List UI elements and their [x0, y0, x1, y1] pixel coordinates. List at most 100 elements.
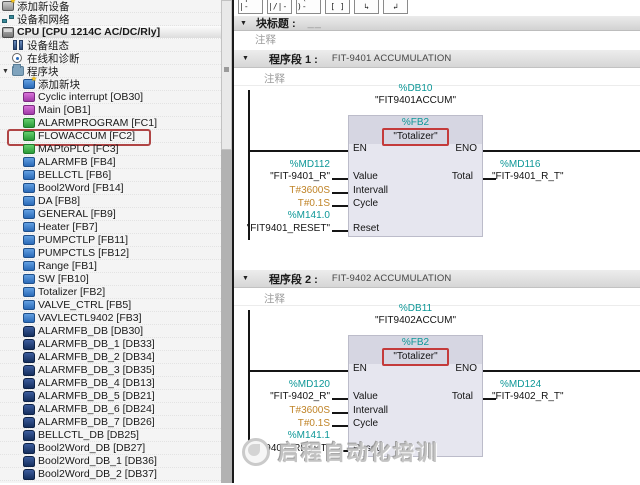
tree-item[interactable]: Bool2Word_DB_1 [DB36]: [0, 455, 221, 468]
tree-item[interactable]: ALARMFB [FB4]: [0, 156, 221, 169]
tree-item-label: MAPtoPLC [FC3]: [38, 143, 119, 155]
tree-item[interactable]: ALARMFB_DB_3 [DB35]: [0, 364, 221, 377]
wire: [332, 398, 348, 400]
output-pin-label: Total: [348, 391, 473, 403]
tree-item[interactable]: ALARMFB_DB_7 [DB26]: [0, 416, 221, 429]
instance-db-address[interactable]: %DB11: [348, 303, 483, 315]
tree-item[interactable]: MAPtoPLC [FC3]: [0, 143, 221, 156]
operand-symbol[interactable]: "FIT-9401_R": [234, 171, 330, 183]
tree-item-label: Bool2Word [FB14]: [38, 182, 124, 194]
tree-item[interactable]: VAVLECTL9402 [FB3]: [0, 312, 221, 325]
tree-item[interactable]: ALARMFB_DB [DB30]: [0, 325, 221, 338]
nc-contact-button[interactable]: -|/|-: [267, 0, 292, 14]
operand-address[interactable]: %MD124: [500, 379, 541, 391]
tree-item[interactable]: 设备和网络: [0, 13, 221, 26]
fb-icon: [23, 235, 35, 245]
tree-item[interactable]: BELLCTL [FB6]: [0, 169, 221, 182]
network: ▼ 程序段 1 : FIT-9401 ACCUMULATION 注释 %DB10…: [234, 50, 640, 265]
project-tree-scrollbar[interactable]: [221, 0, 232, 483]
operand-address[interactable]: %MD116: [500, 159, 540, 171]
chevron-down-icon[interactable]: ▼: [2, 65, 12, 78]
indent: [0, 344, 23, 345]
indent: [0, 188, 23, 189]
pin-label: Reset: [353, 223, 379, 235]
fb-icon: [23, 248, 35, 258]
indent: [0, 253, 23, 254]
tree-item[interactable]: PUMPCTLP [FB11]: [0, 234, 221, 247]
block-title-bar[interactable]: ▼ 块标题 : __: [234, 16, 640, 31]
block-title-placeholder[interactable]: __: [308, 17, 322, 29]
tree-item-label: ALARMFB_DB_5 [DB21]: [38, 390, 155, 402]
instance-db-name[interactable]: "FIT9402ACCUM": [348, 315, 483, 327]
tree-item[interactable]: DA [FB8]: [0, 195, 221, 208]
db-icon: [23, 339, 35, 350]
operand-constant[interactable]: T#3600S: [234, 405, 330, 417]
indent: [0, 292, 23, 293]
db-icon: [23, 404, 35, 415]
tree-item[interactable]: Bool2Word_DB_2 [DB37]: [0, 468, 221, 481]
eno-pin-label: ENO: [348, 363, 477, 375]
chevron-down-icon[interactable]: ▼: [242, 55, 249, 62]
tree-item-label: Range [FB1]: [38, 260, 97, 272]
tree-item[interactable]: Heater [FB7]: [0, 221, 221, 234]
operand-symbol[interactable]: "FIT-9401_R_T": [492, 171, 564, 183]
tree-item[interactable]: Totalizer [FB2]: [0, 286, 221, 299]
empty-box-button[interactable]: [ ]: [325, 0, 350, 14]
tree-item[interactable]: ALARMFB_DB_5 [DB21]: [0, 390, 221, 403]
tree-item[interactable]: 添加新块: [0, 78, 221, 91]
operand-constant[interactable]: T#0.1S: [234, 418, 330, 430]
wire: [332, 205, 348, 207]
coil-button[interactable]: -( )-: [296, 0, 321, 14]
tree-item[interactable]: BELLCTL_DB [DB25]: [0, 429, 221, 442]
close-branch-button[interactable]: ↲: [383, 0, 408, 14]
tree-item[interactable]: Range [FB1]: [0, 260, 221, 273]
chevron-down-icon[interactable]: ▼: [240, 20, 247, 27]
tree-item[interactable]: VALVE_CTRL [FB5]: [0, 299, 221, 312]
tree-item[interactable]: ALARMFB_DB_1 [DB33]: [0, 338, 221, 351]
network-header[interactable]: ▼ 程序段 2 : FIT-9402 ACCUMULATION: [234, 270, 640, 288]
network-comment[interactable]: 注释: [264, 291, 285, 306]
instance-db-address[interactable]: %DB10: [348, 83, 483, 95]
tree-item[interactable]: PUMPCTLS [FB12]: [0, 247, 221, 260]
wire: [332, 230, 348, 232]
chevron-down-icon[interactable]: ▼: [242, 275, 249, 282]
tree-item[interactable]: ALARMFB_DB_6 [DB24]: [0, 403, 221, 416]
lad-favorites-toolbar: -| |- -|/|- -( )- [ ] ↳ ↲: [238, 0, 408, 15]
network-title[interactable]: FIT-9401 ACCUMULATION: [332, 53, 452, 64]
watermark: 启程自动化培训: [242, 437, 439, 467]
block-comment[interactable]: 注释: [255, 32, 276, 47]
operand-constant[interactable]: T#3600S: [234, 185, 330, 197]
tree-item[interactable]: ALARMPROGRAM [FC1]: [0, 117, 221, 130]
operand-constant[interactable]: T#0.1S: [234, 198, 330, 210]
tree-item[interactable]: Main [OB1]: [0, 104, 221, 117]
network-title[interactable]: FIT-9402 ACCUMULATION: [332, 273, 452, 284]
operand-symbol[interactable]: "FIT-9402_R_T": [492, 391, 564, 403]
indent: [0, 162, 23, 163]
tree-item-label: BELLCTL [FB6]: [38, 169, 111, 181]
network-comment[interactable]: 注释: [264, 71, 285, 86]
operand-symbol[interactable]: "FIT9401_RESET": [234, 223, 330, 235]
operand-address[interactable]: %MD112: [234, 159, 330, 171]
tree-item-label: Main [OB1]: [38, 104, 91, 116]
tree-item-label: VAVLECTL9402 [FB3]: [38, 312, 142, 324]
tree-item[interactable]: Bool2Word [FB14]: [0, 182, 221, 195]
no-contact-button[interactable]: -| |-: [238, 0, 263, 14]
instance-db-name[interactable]: "FIT9401ACCUM": [348, 95, 483, 107]
pin-label: Cycle: [353, 418, 378, 430]
scrollbar-thumb[interactable]: [221, 0, 232, 150]
tree-item[interactable]: SW [FB10]: [0, 273, 221, 286]
open-branch-button[interactable]: ↳: [354, 0, 379, 14]
operand-address[interactable]: %M141.0: [234, 210, 330, 222]
tree-item[interactable]: Bool2Word_DB [DB27]: [0, 442, 221, 455]
operand-address[interactable]: %MD120: [234, 379, 330, 391]
en-wire: [248, 370, 348, 372]
network-header[interactable]: ▼ 程序段 1 : FIT-9401 ACCUMULATION: [234, 50, 640, 68]
tree-item[interactable]: GENERAL [FB9]: [0, 208, 221, 221]
operand-symbol[interactable]: "FIT-9402_R": [234, 391, 330, 403]
tree-item[interactable]: ALARMFB_DB_4 [DB13]: [0, 377, 221, 390]
tree-item[interactable]: Cyclic interrupt [OB30]: [0, 91, 221, 104]
tree-item-label: ALARMPROGRAM [FC1]: [38, 117, 157, 129]
tree-item[interactable]: ALARMFB_DB_2 [DB34]: [0, 351, 221, 364]
indent: [0, 383, 23, 384]
tree-item[interactable]: FLOWACCUM [FC2]: [0, 130, 221, 143]
